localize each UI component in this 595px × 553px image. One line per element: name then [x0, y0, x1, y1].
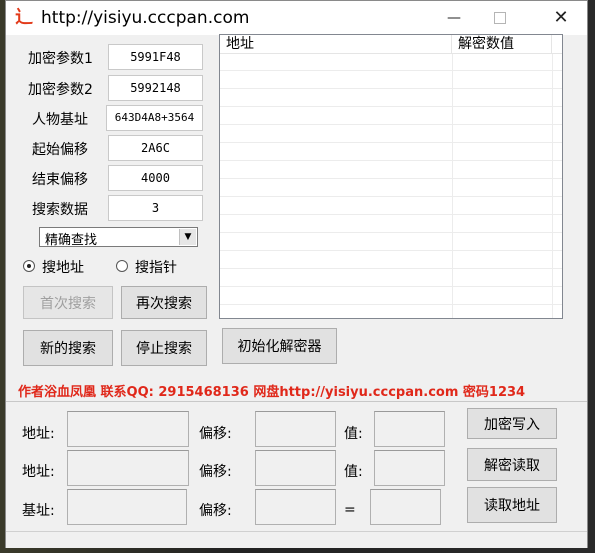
search-again-button[interactable]: 再次搜索 [121, 286, 207, 319]
field-label-end-offset: 结束偏移 [32, 172, 88, 188]
value-label-1: 值: [344, 426, 363, 442]
start-offset-input[interactable]: 2A6C [108, 135, 203, 161]
search-pointer-radio[interactable] [116, 260, 128, 272]
new-search-button[interactable]: 新的搜索 [23, 330, 113, 366]
results-list-header: 地址 解密数值 [220, 35, 562, 54]
offset-input-2[interactable] [255, 450, 336, 486]
app-window: ⻌ http://yisiyu.cccpan.com — ✕ 加密参数1 599… [5, 0, 588, 548]
search-mode-dropdown[interactable]: 精确查找 ▼ [39, 227, 198, 248]
base-address-input[interactable] [67, 489, 187, 525]
encrypt-write-button[interactable]: 加密写入 [467, 408, 557, 439]
close-icon: ✕ [553, 7, 569, 28]
address-label-1: 地址: [22, 426, 55, 442]
search-address-label[interactable]: 搜地址 [42, 257, 84, 277]
equals-label: = [344, 502, 356, 518]
results-list[interactable]: 地址 解密数值 [219, 34, 563, 319]
chevron-down-icon[interactable]: ▼ [179, 229, 196, 245]
end-offset-input[interactable]: 4000 [108, 165, 203, 191]
field-label-encrypt-param-1: 加密参数1 [28, 51, 93, 67]
offset-label-3: 偏移: [199, 503, 232, 519]
value-label-2: 值: [344, 464, 363, 480]
character-base-input[interactable]: 643D4A8+3564 [106, 105, 203, 131]
close-button[interactable]: ✕ [538, 3, 584, 33]
offset-input-1[interactable] [255, 411, 336, 447]
decrypt-read-button[interactable]: 解密读取 [467, 448, 557, 481]
status-bar [6, 531, 587, 548]
title-bar[interactable]: ⻌ http://yisiyu.cccpan.com — ✕ [6, 1, 587, 35]
base-address-label: 基址: [22, 503, 55, 519]
column-header-decrypted-value[interactable]: 解密数值 [452, 35, 552, 53]
address-input-2[interactable] [67, 450, 189, 486]
column-header-address[interactable]: 地址 [220, 35, 452, 53]
minimize-button[interactable]: — [431, 3, 477, 33]
read-address-button[interactable]: 读取地址 [467, 487, 557, 523]
search-pointer-label[interactable]: 搜指针 [135, 257, 177, 277]
search-mode-value: 精确查找 [45, 233, 98, 248]
offset-input-3[interactable] [255, 489, 336, 525]
result-output[interactable] [370, 489, 441, 525]
results-list-grid [220, 54, 562, 318]
stop-search-button[interactable]: 停止搜索 [121, 330, 207, 366]
address-label-2: 地址: [22, 464, 55, 480]
value-input-2[interactable] [374, 450, 445, 486]
offset-label-1: 偏移: [199, 426, 232, 442]
author-credit: 作者浴血凤凰 联系QQ: 2915468136 网盘http://yisiyu.… [18, 385, 526, 400]
maximize-button[interactable] [477, 3, 523, 33]
field-label-start-offset: 起始偏移 [32, 142, 88, 158]
init-decryptor-button[interactable]: 初始化解密器 [222, 328, 337, 364]
minimize-icon: — [447, 10, 461, 26]
window-title: http://yisiyu.cccpan.com [41, 8, 250, 28]
maximize-icon [494, 12, 506, 24]
offset-label-2: 偏移: [199, 464, 232, 480]
divider [6, 401, 587, 402]
encrypt-param-1-input[interactable]: 5991F48 [108, 44, 203, 70]
encrypt-param-2-input[interactable]: 5992148 [108, 75, 203, 101]
first-search-button[interactable]: 首次搜索 [23, 286, 113, 319]
field-label-search-data: 搜索数据 [32, 202, 88, 218]
field-label-encrypt-param-2: 加密参数2 [28, 82, 93, 98]
field-label-character-base: 人物基址 [32, 112, 88, 128]
search-address-radio[interactable] [23, 260, 35, 272]
address-input-1[interactable] [67, 411, 189, 447]
search-data-input[interactable]: 3 [108, 195, 203, 221]
app-logo-icon: ⻌ [15, 7, 33, 28]
value-input-1[interactable] [374, 411, 445, 447]
